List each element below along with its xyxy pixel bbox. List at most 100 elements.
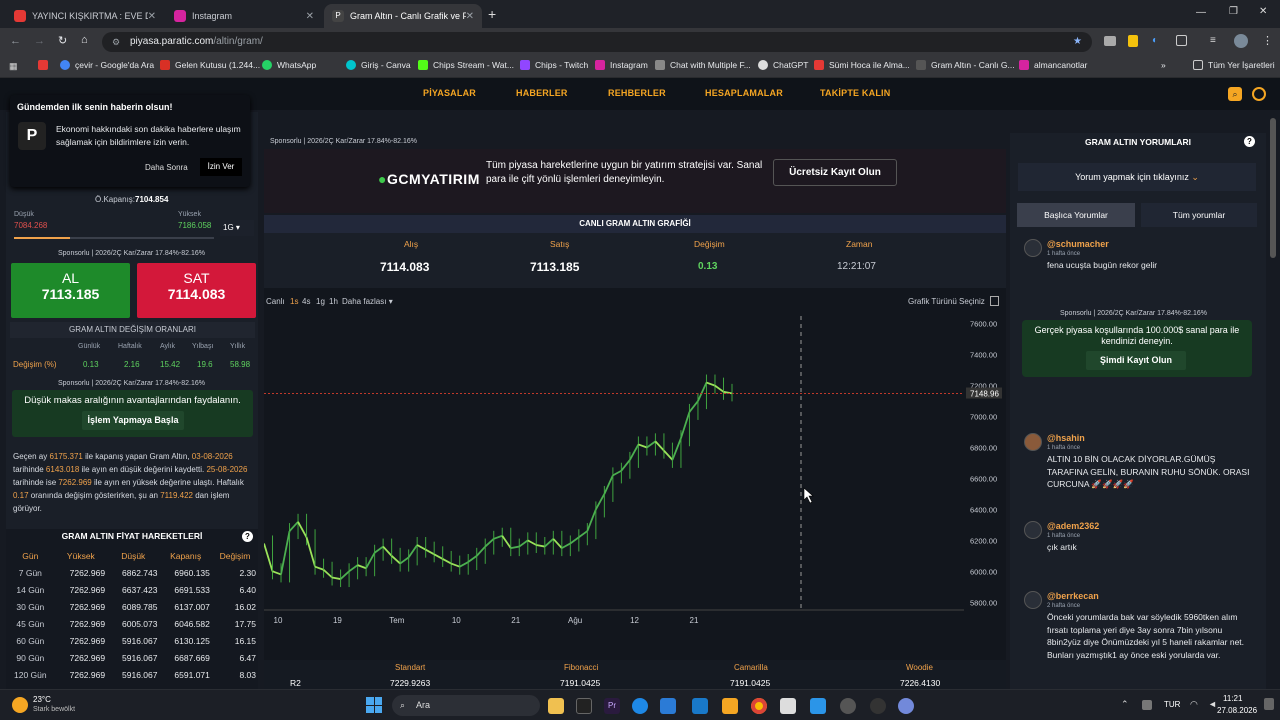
theme-toggle-icon[interactable]: [1252, 87, 1266, 101]
tray-chevron-icon[interactable]: ⌃: [1121, 699, 1129, 710]
notification-icon[interactable]: [1264, 698, 1274, 710]
bookmark-star-icon[interactable]: ★: [1073, 32, 1082, 52]
apps-grid-icon[interactable]: ▦: [9, 61, 18, 72]
forward-icon[interactable]: →: [34, 35, 45, 47]
price-segment: [680, 411, 691, 439]
tab-top-comments[interactable]: Başlıca Yorumlar: [1017, 203, 1135, 227]
bookmark-item[interactable]: Sümi Hoca ile Alma...: [814, 60, 910, 70]
language-indicator[interactable]: TUR: [1164, 700, 1180, 709]
vscode-icon[interactable]: [810, 698, 826, 714]
bookmark-item[interactable]: Chips Stream - Wat...: [418, 60, 514, 70]
nav-hesaplamalar[interactable]: HESAPLAMALAR: [705, 88, 783, 98]
folder-icon[interactable]: [722, 698, 738, 714]
all-bookmarks[interactable]: Tüm Yer İşaretleri: [1193, 60, 1275, 70]
nav-rehberler[interactable]: REHBERLER: [608, 88, 666, 98]
wifi-icon[interactable]: ◠: [1190, 699, 1198, 710]
extensions-icon[interactable]: [1176, 35, 1187, 46]
discord-icon[interactable]: [898, 698, 914, 714]
tab-paratic[interactable]: P Gram Altın - Canlı Grafik ve Fiya ✕: [324, 4, 482, 28]
premiere-icon[interactable]: Pr: [604, 698, 620, 714]
bookmark-youtube[interactable]: [38, 60, 53, 70]
help-icon[interactable]: ?: [242, 531, 253, 542]
back-icon[interactable]: ←: [10, 35, 21, 47]
help-icon[interactable]: ?: [1244, 136, 1255, 147]
app-icon[interactable]: [576, 698, 592, 714]
tf-1g[interactable]: 1g: [316, 297, 325, 306]
chrome-icon[interactable]: [751, 698, 767, 714]
menu-dots-icon[interactable]: ⋮: [1262, 34, 1273, 47]
bookmark-item[interactable]: WhatsApp: [262, 60, 316, 70]
tab-youtube[interactable]: YAYINCI KIŞKIRTMA : EVE DÖNÜ ✕: [6, 4, 164, 28]
minimize-icon[interactable]: —: [1196, 7, 1206, 18]
nav-haberler[interactable]: HABERLER: [516, 88, 568, 98]
tf-more[interactable]: Daha fazlası ▾: [342, 297, 393, 306]
tf-1s[interactable]: 1s: [290, 297, 298, 306]
bookmark-label: Giriş - Canva: [361, 60, 411, 70]
tf-4s[interactable]: 4s: [302, 297, 310, 306]
profile-avatar[interactable]: [1234, 34, 1248, 48]
free-signup-button[interactable]: Ücretsiz Kayıt Olun: [773, 159, 897, 186]
bookmark-item[interactable]: Gram Altın - Canlı G...: [916, 60, 1015, 70]
bookmark-item[interactable]: çevir - Google'da Ara: [60, 60, 154, 70]
steam-icon[interactable]: [840, 698, 856, 714]
reload-icon[interactable]: ↻: [58, 34, 67, 47]
store-icon[interactable]: [660, 698, 676, 714]
bookmark-item[interactable]: ChatGPT: [758, 60, 808, 70]
extension-icon[interactable]: [1128, 35, 1138, 47]
close-tab-icon[interactable]: ✕: [148, 11, 156, 22]
camera-extension-icon[interactable]: [1104, 36, 1116, 46]
audio-extension-icon[interactable]: ◐: [1152, 35, 1158, 46]
bookmark-item[interactable]: Chips - Twitch: [520, 60, 588, 70]
site-info-icon[interactable]: ⚙: [112, 32, 120, 52]
comment-user[interactable]: @hsahin: [1047, 433, 1085, 443]
tab-all-comments[interactable]: Tüm yorumlar: [1141, 203, 1257, 227]
volume-icon[interactable]: ◄: [1208, 699, 1217, 709]
allow-button[interactable]: İzin Ver: [200, 158, 242, 176]
comment-user[interactable]: @schumacher: [1047, 239, 1109, 249]
home-icon[interactable]: ⌂: [81, 34, 88, 46]
comment-user[interactable]: @adem2362: [1047, 521, 1099, 531]
later-button[interactable]: Daha Sonra: [145, 163, 188, 172]
buy-button[interactable]: AL 7113.185: [11, 263, 130, 318]
tray-icon[interactable]: [1142, 700, 1152, 710]
bookmark-item[interactable]: Instagram: [595, 60, 648, 70]
register-now-button[interactable]: Şimdi Kayıt Olun: [1086, 351, 1186, 370]
bookmark-item[interactable]: almancanotlar: [1019, 60, 1087, 70]
more-bookmarks-icon[interactable]: »: [1161, 60, 1166, 70]
app-icon[interactable]: [870, 698, 886, 714]
nav-takipte-kalin[interactable]: TAKİPTE KALIN: [820, 88, 890, 98]
range-select[interactable]: 1G ▾: [220, 220, 254, 236]
tab-instagram[interactable]: Instagram ✕: [166, 4, 322, 28]
taskbar-search[interactable]: ⌕ Ara: [392, 695, 540, 716]
sell-button[interactable]: SAT 7114.083: [137, 263, 256, 318]
bookmark-item[interactable]: Chat with Multiple F...: [655, 60, 751, 70]
search-icon[interactable]: ⌕: [1228, 87, 1242, 101]
comment-user[interactable]: @berrkecan: [1047, 591, 1099, 601]
comment-prompt[interactable]: Yorum yapmak için tıklayınız ⌄: [1018, 163, 1256, 191]
nav-piyasalar[interactable]: PİYASALAR: [423, 88, 476, 98]
edge-icon[interactable]: [632, 698, 648, 714]
bookmark-item[interactable]: Gelen Kutusu (1.244...: [160, 60, 260, 70]
price-chart[interactable]: 7600.007400.007200.007000.006800.006600.…: [264, 310, 1006, 660]
tab-search-icon[interactable]: ≡: [1210, 35, 1216, 46]
tf-live[interactable]: Canlı: [266, 297, 285, 306]
windows-start-icon[interactable]: [366, 697, 382, 713]
ad-banner[interactable]: ●GCMYATIRIM Tüm piyasa hareketlerine uyg…: [264, 149, 1006, 213]
new-tab-icon[interactable]: +: [488, 6, 496, 22]
notes-icon[interactable]: [780, 698, 796, 714]
file-explorer-icon[interactable]: [548, 698, 564, 714]
scrollbar-thumb[interactable]: [1270, 118, 1276, 258]
tf-1h[interactable]: 1h: [329, 297, 338, 306]
close-window-icon[interactable]: ✕: [1259, 6, 1267, 17]
close-tab-icon[interactable]: ✕: [306, 11, 314, 22]
chart-type-select[interactable]: Grafik Türünü Seçiniz: [908, 297, 985, 306]
maximize-icon[interactable]: ❐: [1229, 6, 1238, 17]
start-trading-button[interactable]: İşlem Yapmaya Başla: [82, 411, 184, 430]
clock-time[interactable]: 11:21: [1223, 694, 1242, 703]
calculator-icon[interactable]: [692, 698, 708, 714]
clock-date[interactable]: 27.08.2026: [1217, 706, 1257, 715]
close-tab-icon[interactable]: ✕: [466, 11, 474, 22]
bookmark-item[interactable]: Giriş - Canva: [346, 60, 411, 70]
chart-settings-icon[interactable]: [990, 296, 999, 306]
url-input[interactable]: ⚙ piyasa.paratic.com/altin/gram/ ★: [102, 32, 1092, 52]
